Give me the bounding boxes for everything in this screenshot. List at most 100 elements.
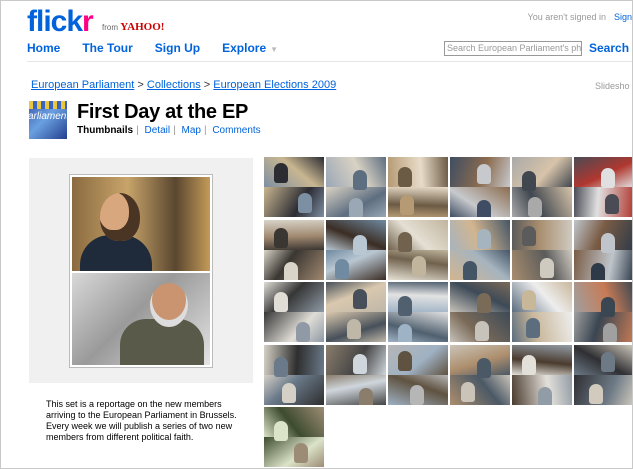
signin-link[interactable]: Sign xyxy=(614,12,632,22)
thumb-figure xyxy=(461,381,475,402)
from-yahoo-label: from YAHOO! xyxy=(102,21,164,33)
thumb-photo-top xyxy=(264,407,324,437)
thumb-16[interactable] xyxy=(450,282,510,342)
thumb-7[interactable] xyxy=(264,219,324,280)
thumb-figure xyxy=(601,168,615,188)
flickr-logo[interactable]: flickr xyxy=(27,5,94,38)
thumb-21[interactable] xyxy=(388,344,448,405)
thumb-23[interactable] xyxy=(512,344,572,405)
thumb-15[interactable] xyxy=(388,282,448,342)
thumb-photo-top xyxy=(264,157,324,187)
photo-figure xyxy=(150,283,188,327)
thumb-figure xyxy=(540,257,554,278)
nav-explore[interactable]: Explore ▼ xyxy=(222,41,300,55)
thumb-11[interactable] xyxy=(512,219,572,280)
thumb-photo-top xyxy=(264,344,324,375)
thumb-8[interactable] xyxy=(326,219,386,280)
thumb-figure xyxy=(522,290,536,310)
set-owner-avatar[interactable]: arliament xyxy=(29,101,67,139)
thumb-photo-top xyxy=(388,219,448,250)
thumb-17[interactable] xyxy=(512,282,572,342)
thumb-figure xyxy=(477,164,491,184)
nav-explore-label: Explore xyxy=(222,41,267,55)
thumb-photo-bottom xyxy=(512,187,572,217)
yahoo-text: YAHOO! xyxy=(120,21,165,33)
thumb-9[interactable] xyxy=(388,219,448,280)
thumb-figure xyxy=(274,292,288,312)
breadcrumb-collections[interactable]: Collections xyxy=(147,79,201,91)
breadcrumb: European Parliament > Collections > Euro… xyxy=(31,79,336,91)
tab-comments[interactable]: Comments xyxy=(212,125,260,136)
thumb-photo-bottom xyxy=(450,249,510,280)
thumb-3[interactable] xyxy=(388,157,448,217)
thumb-figure xyxy=(398,350,412,371)
breadcrumb-separator: > xyxy=(137,79,144,91)
tab-separator: | xyxy=(173,125,176,136)
thumb-18[interactable] xyxy=(574,282,632,342)
set-description: This set is a reportage on the new membe… xyxy=(46,399,237,442)
tab-thumbnails: Thumbnails xyxy=(77,125,134,136)
thumb-6[interactable] xyxy=(574,157,632,217)
thumb-4[interactable] xyxy=(450,157,510,217)
thumb-photo-bottom xyxy=(512,312,572,342)
tab-map[interactable]: Map xyxy=(181,125,200,136)
set-cover-panel xyxy=(29,158,253,383)
thumb-20[interactable] xyxy=(326,344,386,405)
thumb-photo-top xyxy=(512,282,572,312)
thumb-figure xyxy=(475,321,489,341)
chevron-down-icon: ▼ xyxy=(270,45,279,54)
thumb-figure xyxy=(284,261,298,280)
nav-home[interactable]: Home xyxy=(27,41,60,55)
nav-the-tour[interactable]: The Tour xyxy=(82,41,132,55)
thumb-figure xyxy=(274,421,288,441)
signin-prompt: You aren't signed in xyxy=(527,12,606,22)
thumb-figure xyxy=(603,323,617,342)
thumb-photo-top xyxy=(264,219,324,250)
thumb-photo-top xyxy=(388,344,448,375)
thumb-photo-top xyxy=(388,282,448,312)
photo-figure xyxy=(100,193,140,241)
thumb-5[interactable] xyxy=(512,157,572,217)
thumb-1[interactable] xyxy=(264,157,324,217)
nav-divider xyxy=(27,61,632,62)
thumb-figure xyxy=(601,297,615,317)
logo-text-r: r xyxy=(82,5,94,38)
thumb-figure xyxy=(296,322,310,342)
thumb-24[interactable] xyxy=(574,344,632,405)
tab-detail[interactable]: Detail xyxy=(145,125,171,136)
thumb-figure xyxy=(477,293,491,313)
breadcrumb-european-parliament[interactable]: European Parliament xyxy=(31,79,134,91)
nav-sign-up[interactable]: Sign Up xyxy=(155,41,200,55)
avatar-text: arliament xyxy=(29,111,67,122)
thumb-25[interactable] xyxy=(264,407,324,467)
thumb-figure xyxy=(274,163,288,183)
thumb-figure xyxy=(298,193,312,213)
thumb-10[interactable] xyxy=(450,219,510,280)
thumb-figure xyxy=(477,357,491,378)
thumb-photo-top xyxy=(512,219,572,250)
stars-decoration xyxy=(29,101,67,109)
thumb-photo-bottom xyxy=(264,312,324,342)
breadcrumb-separator: > xyxy=(203,79,211,91)
thumb-photo-bottom xyxy=(574,187,632,217)
photo-figure xyxy=(120,319,204,365)
thumb-figure xyxy=(601,232,615,253)
from-text: from xyxy=(102,23,118,32)
thumb-figure xyxy=(605,194,619,214)
thumb-12[interactable] xyxy=(574,219,632,280)
thumb-figure xyxy=(528,197,542,217)
thumb-19[interactable] xyxy=(264,344,324,405)
breadcrumb-european-elections-2009[interactable]: European Elections 2009 xyxy=(213,79,336,91)
search-input[interactable]: Search European Parliament's pho xyxy=(444,41,582,56)
search-button[interactable]: Search xyxy=(589,41,629,55)
set-cover-photo[interactable] xyxy=(69,174,213,368)
thumb-figure xyxy=(282,382,296,403)
thumb-22[interactable] xyxy=(450,344,510,405)
thumb-2[interactable] xyxy=(326,157,386,217)
thumb-figure xyxy=(522,354,536,375)
thumb-13[interactable] xyxy=(264,282,324,342)
slideshow-link[interactable]: Slidesho xyxy=(595,81,630,91)
thumb-14[interactable] xyxy=(326,282,386,342)
set-view-tabs: Thumbnails | Detail | Map | Comments xyxy=(77,125,261,136)
thumb-photo-bottom xyxy=(450,374,510,405)
